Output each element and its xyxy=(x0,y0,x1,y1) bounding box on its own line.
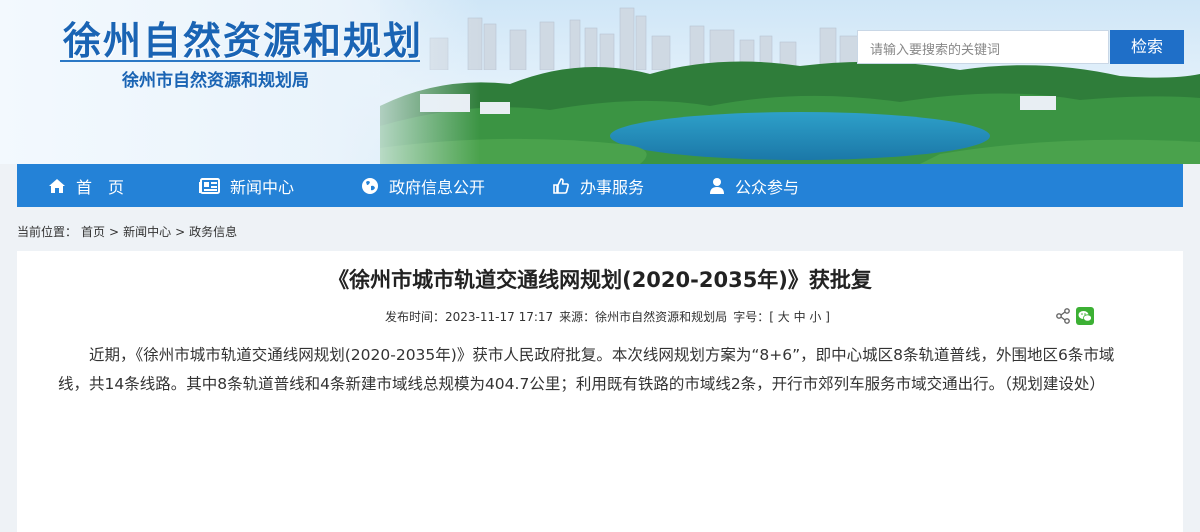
nav-item-label: 新闻中心 xyxy=(230,177,295,197)
font-size-label: 字号： xyxy=(733,310,770,324)
breadcrumb: 当前位置： 首页 > 新闻中心 > 政务信息 xyxy=(17,223,241,240)
title-divider xyxy=(60,60,420,62)
breadcrumb-link-news[interactable]: 新闻中心 xyxy=(123,225,171,239)
home-icon xyxy=(49,178,65,193)
nav-item-services[interactable]: 办事服务 xyxy=(552,164,644,207)
font-size-large-button[interactable]: 大 xyxy=(778,310,790,324)
newspaper-icon xyxy=(199,177,220,194)
article-body: 近期，《徐州市城市轨道交通线网规划(2020-2035年)》获市人民政府批复。本… xyxy=(58,346,1115,393)
share-icon[interactable] xyxy=(1055,308,1071,324)
globe-icon xyxy=(362,177,378,194)
breadcrumb-separator: > xyxy=(175,225,186,239)
nav-item-gov-info[interactable]: 政府信息公开 xyxy=(361,164,485,207)
article-meta: 发布时间：2023-11-17 17:17 来源：徐州市自然资源和规划局 字号：[ … xyxy=(385,308,830,325)
article-panel: 《徐州市城市轨道交通线网规划(2020-2035年)》获批复 发布时间：2023… xyxy=(17,251,1183,532)
breadcrumb-prefix: 当前位置： xyxy=(17,225,78,239)
header-banner: 徐州自然资源和规划 徐州市自然资源和规划局 请输入要搜索的关键词 检索 xyxy=(0,0,1200,164)
nav-item-label: 首 页 xyxy=(76,177,125,197)
breadcrumb-link-gov-news[interactable]: 政务信息 xyxy=(189,225,237,239)
user-icon xyxy=(710,177,724,194)
font-size-small-button[interactable]: 小 xyxy=(809,310,821,324)
nav-item-news[interactable]: 新闻中心 xyxy=(198,164,294,207)
nav-item-home[interactable]: 首 页 xyxy=(48,164,124,207)
publish-label: 发布时间： xyxy=(385,310,446,324)
main-nav: 首 页 新闻中心 政府信息公开 办事服务 公众参与 xyxy=(17,164,1183,207)
publish-time: 2023-11-17 17:17 xyxy=(445,310,554,324)
nav-item-label: 办事服务 xyxy=(580,177,645,197)
font-size-medium-button[interactable]: 中 xyxy=(794,310,806,324)
wechat-icon[interactable] xyxy=(1076,307,1094,325)
font-size-bracket-close: ] xyxy=(825,310,830,324)
article-title: 《徐州市城市轨道交通线网规划(2020-2035年)》获批复 xyxy=(328,268,872,292)
nav-item-participation[interactable]: 公众参与 xyxy=(709,164,799,207)
source-value: 徐州市自然资源和规划局 xyxy=(595,310,728,324)
font-size-bracket-open: [ xyxy=(769,310,774,324)
breadcrumb-separator: > xyxy=(109,225,120,239)
nav-item-label: 公众参与 xyxy=(735,177,800,197)
thumbs-up-icon xyxy=(553,177,569,194)
breadcrumb-link-home[interactable]: 首页 xyxy=(81,225,105,239)
search-button[interactable]: 检索 xyxy=(1110,30,1184,64)
site-subtitle: 徐州市自然资源和规划局 xyxy=(122,71,309,91)
search-input[interactable]: 请输入要搜索的关键词 xyxy=(857,30,1109,64)
source-label: 来源： xyxy=(559,310,596,324)
site-title: 徐州自然资源和规划 xyxy=(63,19,424,63)
nav-item-label: 政府信息公开 xyxy=(389,177,486,197)
